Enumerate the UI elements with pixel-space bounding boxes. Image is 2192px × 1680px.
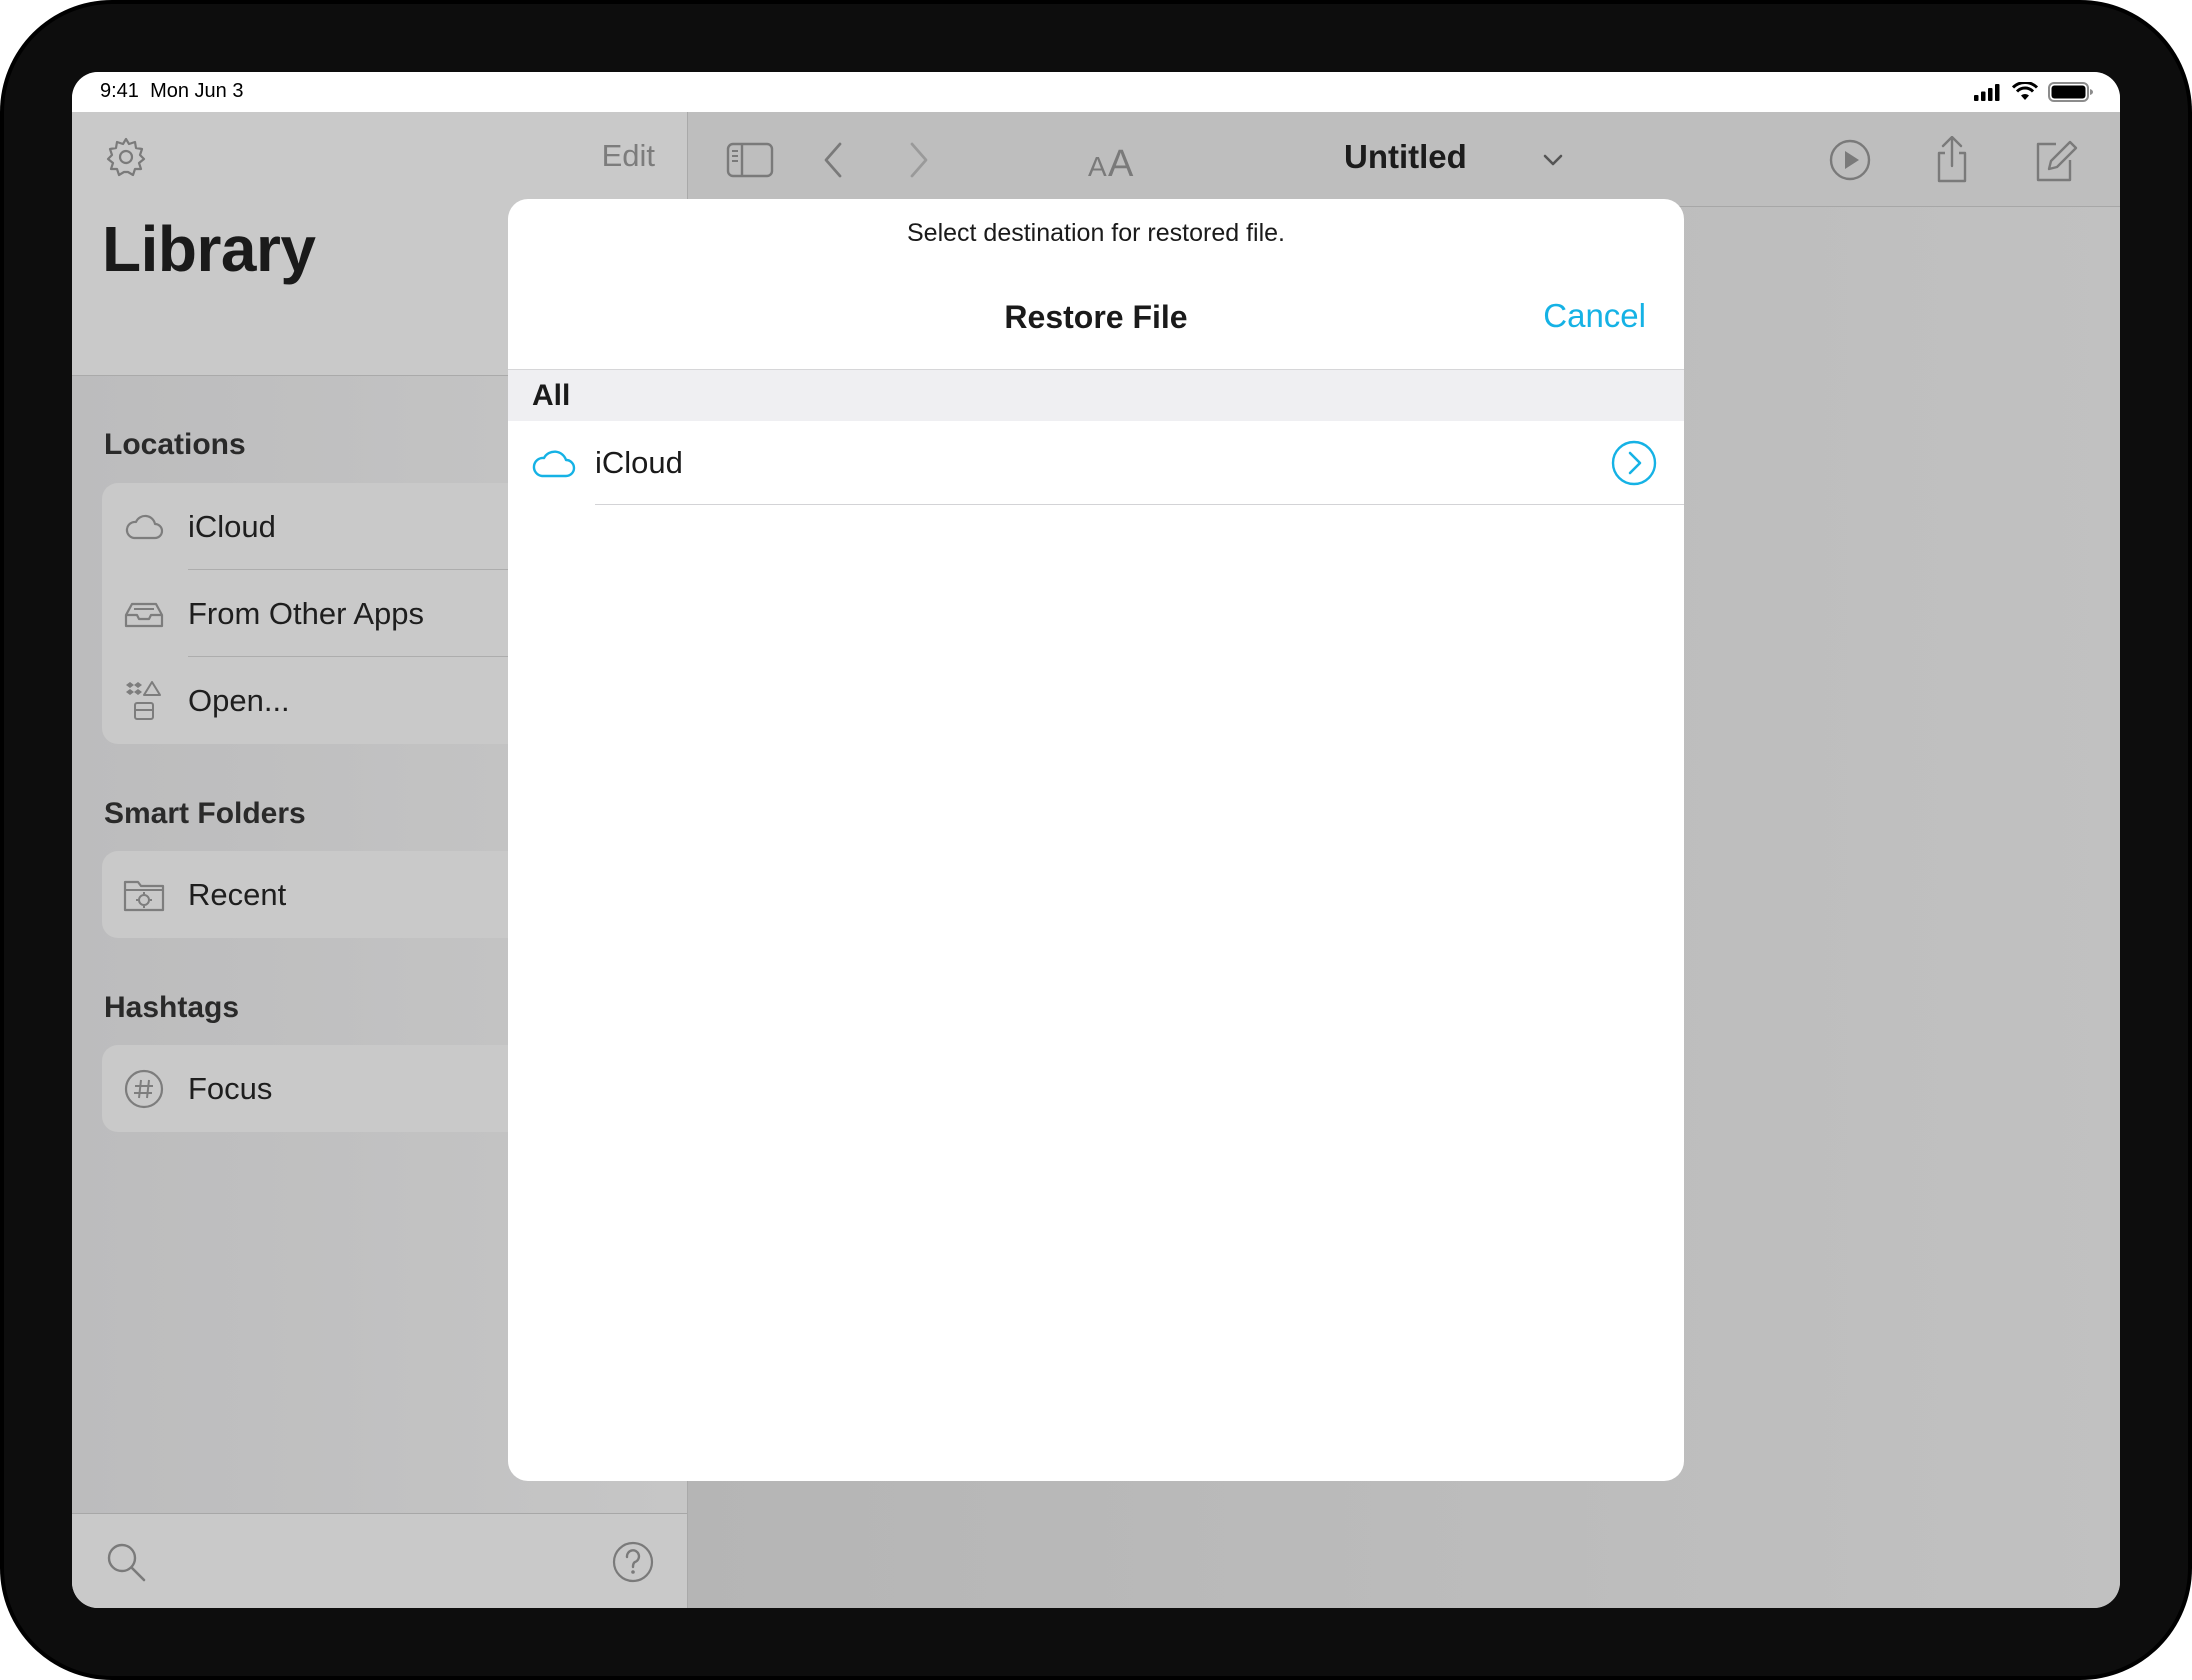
dialog-prompt: Select destination for restored file. [907,219,1285,247]
restore-file-dialog: Select destination for restored file. Re… [508,199,1684,1481]
play-icon[interactable] [1826,136,1874,184]
cancel-button[interactable]: Cancel [1543,297,1646,335]
status-bar: 9:41 Mon Jun 3 [72,72,2120,112]
svg-text:A: A [1088,151,1107,182]
dialog-title: Restore File [1004,299,1188,335]
search-icon[interactable] [104,1540,148,1584]
status-time: 9:41 Mon Jun 3 [100,80,244,102]
chevron-right-icon[interactable] [894,136,942,184]
chevron-right-circle-icon[interactable] [1610,439,1658,487]
editor-toolbar: A A Untitled [688,112,2120,207]
sidebar-item-label: Focus [188,1071,273,1106]
edit-button[interactable]: Edit [602,138,655,174]
chevron-left-icon[interactable] [810,136,858,184]
library-title: Library [102,213,316,285]
sidebar-toggle-icon[interactable] [726,136,774,184]
hashtag-icon [124,1069,164,1109]
inbox-tray-icon [124,602,164,628]
locations-section-title: Locations [104,428,246,461]
section-header-label: All [532,379,571,412]
recent-folder-icon [123,880,165,912]
open-services-icon [126,681,161,720]
cloud-icon [125,514,164,540]
sidebar-item-label: From Other Apps [188,596,425,631]
status-icons [1974,78,2094,106]
compose-icon[interactable] [2030,136,2078,184]
row-divider [595,504,1684,505]
battery-icon [2048,82,2093,102]
sidebar-footer [72,1513,687,1608]
sidebar-item-label: Recent [188,877,287,912]
smart-folders-section-title: Smart Folders [104,797,306,830]
share-icon[interactable] [1928,136,1976,184]
chevron-down-icon[interactable] [1542,152,1564,168]
text-size-icon[interactable]: A A [1086,136,1142,184]
wifi-icon [2012,82,2038,100]
cellular-signal-icon [1974,84,2000,101]
section-header: All [508,370,1684,421]
sidebar-item-label: iCloud [188,509,276,544]
hashtags-section-title: Hashtags [104,991,240,1024]
gear-icon[interactable] [104,135,148,179]
document-title[interactable]: Untitled [1344,138,1467,176]
cloud-icon [532,450,576,478]
destination-label: iCloud [595,445,683,480]
sidebar-item-label: Open... [188,683,290,718]
screen: 9:41 Mon Jun 3 Edit Library Locations iC… [72,72,2120,1608]
svg-text:A: A [1108,143,1134,184]
destination-row-icloud[interactable]: iCloud [508,421,1684,505]
help-icon[interactable] [611,1540,655,1584]
